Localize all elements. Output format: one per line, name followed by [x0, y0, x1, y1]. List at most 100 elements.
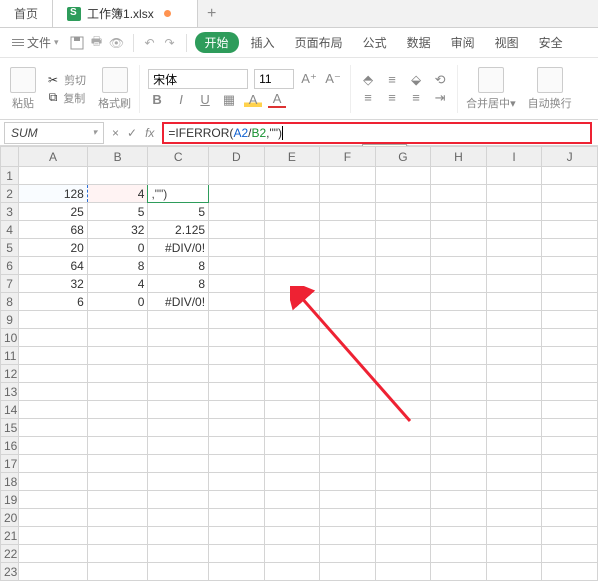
paste-group[interactable]: 粘贴 [4, 67, 42, 111]
row-header[interactable]: 20 [1, 509, 19, 527]
cell[interactable]: 5 [148, 203, 209, 221]
col-header[interactable]: G [375, 147, 431, 167]
italic-button[interactable]: I [172, 92, 190, 107]
font-color-button[interactable]: A [268, 91, 286, 108]
row-header[interactable]: 7 [1, 275, 19, 293]
align-right-icon[interactable]: ≡ [407, 90, 425, 105]
ribbon-tab-formula[interactable]: 公式 [355, 32, 395, 53]
cell[interactable]: 32 [19, 275, 88, 293]
col-header[interactable]: A [19, 147, 88, 167]
undo-icon[interactable]: ↶ [142, 35, 158, 51]
col-header[interactable]: I [486, 147, 542, 167]
ribbon-tab-insert[interactable]: 插入 [243, 32, 283, 53]
fill-color-button[interactable]: A [244, 92, 262, 107]
row-header[interactable]: 3 [1, 203, 19, 221]
increase-font-icon[interactable]: A⁺ [300, 71, 318, 87]
row-header[interactable]: 1 [1, 167, 19, 185]
tab-workbook[interactable]: 工作簿1.xlsx [53, 0, 198, 27]
preview-icon[interactable]: 👁 [109, 35, 125, 51]
row-header[interactable]: 15 [1, 419, 19, 437]
align-top-icon[interactable]: ⬘ [359, 72, 377, 88]
add-tab-button[interactable]: + [198, 0, 226, 27]
row-header[interactable]: 6 [1, 257, 19, 275]
row-header[interactable]: 2 [1, 185, 19, 203]
row-header[interactable]: 22 [1, 545, 19, 563]
align-middle-icon[interactable]: ≡ [383, 72, 401, 87]
col-header[interactable]: F [320, 147, 376, 167]
cell[interactable]: 6 [19, 293, 88, 311]
wrap-button[interactable]: 自动换行 [522, 67, 578, 111]
cut-button[interactable]: ✂剪切 [48, 72, 86, 88]
select-all-corner[interactable] [1, 147, 19, 167]
col-header[interactable]: J [542, 147, 598, 167]
formula-cancel-button[interactable]: × [112, 126, 119, 140]
row-header[interactable]: 13 [1, 383, 19, 401]
ribbon-tab-start[interactable]: 开始 [195, 32, 239, 53]
row-header[interactable]: 9 [1, 311, 19, 329]
cell[interactable]: 8 [148, 257, 209, 275]
cell[interactable]: 8 [87, 257, 148, 275]
row-header[interactable]: 5 [1, 239, 19, 257]
cell[interactable]: 32 [87, 221, 148, 239]
align-left-icon[interactable]: ≡ [359, 90, 377, 105]
cell[interactable]: 68 [19, 221, 88, 239]
row-header[interactable]: 18 [1, 473, 19, 491]
save-icon[interactable] [69, 35, 85, 51]
tab-home[interactable]: 首页 [0, 0, 53, 27]
row-header[interactable]: 17 [1, 455, 19, 473]
row-header[interactable]: 8 [1, 293, 19, 311]
row-header[interactable]: 12 [1, 365, 19, 383]
cell[interactable]: 8 [148, 275, 209, 293]
row-header[interactable]: 11 [1, 347, 19, 365]
col-header[interactable]: B [87, 147, 148, 167]
cell[interactable]: #DIV/0! [148, 293, 209, 311]
cell[interactable]: 25 [19, 203, 88, 221]
decrease-font-icon[interactable]: A⁻ [324, 71, 342, 87]
merge-button[interactable]: 合并居中▾ [460, 67, 522, 111]
bold-button[interactable]: B [148, 92, 166, 107]
formula-confirm-button[interactable]: ✓ [127, 126, 137, 140]
file-menu[interactable]: 文件▾ [6, 32, 65, 53]
row-header[interactable]: 10 [1, 329, 19, 347]
cell[interactable]: 5 [87, 203, 148, 221]
format-painter-button[interactable]: 格式刷 [92, 67, 137, 111]
align-bottom-icon[interactable]: ⬙ [407, 72, 425, 88]
row-header[interactable]: 4 [1, 221, 19, 239]
row-header[interactable]: 19 [1, 491, 19, 509]
cell[interactable]: #DIV/0! [148, 239, 209, 257]
col-header[interactable]: E [264, 147, 320, 167]
active-cell[interactable]: ,"") [148, 185, 209, 203]
col-header[interactable]: C [148, 147, 209, 167]
cell[interactable]: 2.125 [148, 221, 209, 239]
spreadsheet-grid[interactable]: A B C D E F G H I J 1 21284,"") 32555 46… [0, 146, 598, 581]
ribbon-tab-layout[interactable]: 页面布局 [287, 32, 351, 53]
cell[interactable]: 4 [87, 275, 148, 293]
orientation-icon[interactable]: ⟲ [431, 72, 449, 88]
fx-button[interactable]: fx [145, 126, 154, 140]
indent-icon[interactable]: ⇥ [431, 90, 449, 106]
row-header[interactable]: 16 [1, 437, 19, 455]
ribbon-tab-view[interactable]: 视图 [487, 32, 527, 53]
col-header[interactable]: H [431, 147, 487, 167]
border-button[interactable]: ▦ [220, 92, 238, 108]
copy-button[interactable]: ⧉复制 [49, 90, 86, 106]
ribbon-tab-review[interactable]: 审阅 [443, 32, 483, 53]
ribbon-tab-security[interactable]: 安全 [531, 32, 571, 53]
print-icon[interactable]: 🖶 [89, 35, 105, 51]
formula-input[interactable]: =IFERROR(A2/B2,"") [162, 122, 592, 144]
font-name-select[interactable] [148, 69, 248, 89]
redo-icon[interactable]: ↷ [162, 35, 178, 51]
name-box[interactable]: SUM▾ [4, 122, 104, 144]
cell[interactable]: 64 [19, 257, 88, 275]
cell[interactable]: 4 [87, 185, 148, 203]
cell[interactable]: 20 [19, 239, 88, 257]
underline-button[interactable]: U [196, 92, 214, 107]
col-header[interactable]: D [209, 147, 265, 167]
cell[interactable]: 128 [19, 185, 88, 203]
cell[interactable]: 0 [87, 239, 148, 257]
ribbon-tab-data[interactable]: 数据 [399, 32, 439, 53]
align-center-icon[interactable]: ≡ [383, 90, 401, 105]
font-size-select[interactable] [254, 69, 294, 89]
cell[interactable]: 0 [87, 293, 148, 311]
row-header[interactable]: 21 [1, 527, 19, 545]
